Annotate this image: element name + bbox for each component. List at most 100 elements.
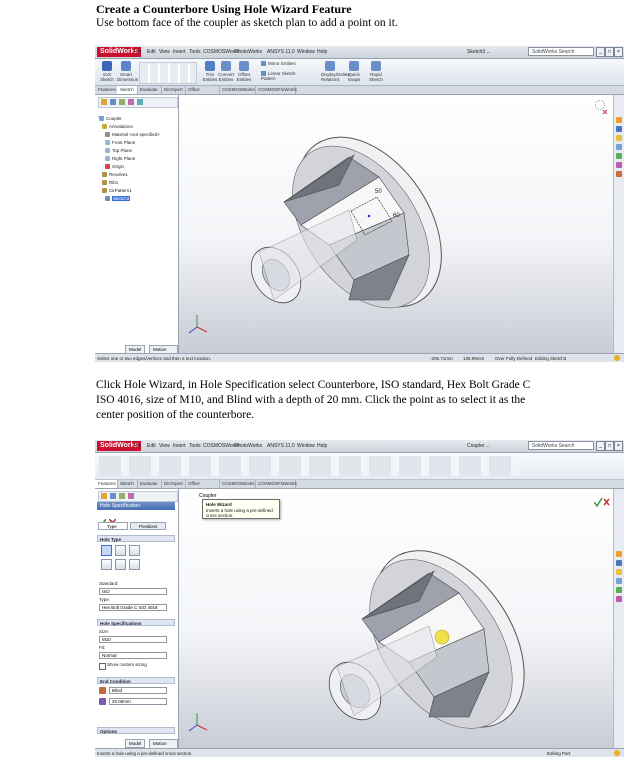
maximize-button[interactable]: □ — [605, 441, 614, 451]
tree-item[interactable]: CirPattern1 — [102, 188, 132, 194]
filter-icon[interactable] — [98, 108, 176, 121]
command-tab[interactable]: Evaluate — [137, 480, 162, 488]
tree-item[interactable]: Front Plane — [105, 140, 135, 146]
hole-type-section[interactable]: Hole Type — [97, 535, 175, 542]
depth-icon[interactable] — [99, 698, 106, 705]
menu-item[interactable]: Edit — [147, 47, 156, 57]
search-icon[interactable] — [616, 144, 622, 150]
menu-item[interactable]: PhotoWorks — [235, 441, 262, 451]
file-explorer-icon[interactable] — [616, 135, 622, 141]
pipe-tap-icon[interactable] — [115, 559, 126, 570]
positions-tab[interactable]: Positions — [130, 522, 166, 530]
depth-input[interactable]: 20.00mm — [109, 698, 167, 705]
ribbon-button[interactable]: Convert Entities — [217, 61, 235, 82]
type-tab[interactable]: Type — [98, 522, 128, 530]
tree-item[interactable]: Origin — [105, 164, 124, 170]
menu-item[interactable]: PhotoWorks — [235, 47, 262, 57]
resources-icon[interactable] — [616, 117, 622, 123]
property-manager-icon[interactable] — [110, 99, 116, 105]
menu-item[interactable]: View — [159, 47, 170, 57]
help-icon[interactable] — [614, 750, 620, 756]
menu-item[interactable]: Help — [317, 441, 327, 451]
standard-select[interactable]: ISO — [99, 588, 167, 595]
help-icon[interactable] — [614, 355, 620, 361]
ribbon-button[interactable]: Rapid Sketch — [367, 61, 385, 82]
ribbon-button[interactable]: Mirror Entities — [261, 61, 305, 67]
command-tab[interactable]: Office Products — [185, 480, 220, 494]
dimxpert-icon[interactable] — [128, 493, 134, 499]
maximize-button[interactable]: □ — [605, 47, 614, 57]
command-tab[interactable]: Evaluate — [137, 86, 162, 94]
menu-item[interactable]: ANSYS 11.0 — [267, 47, 295, 57]
ribbon-button[interactable]: Offset Entities — [235, 61, 253, 82]
command-tab[interactable]: COSMOSWorks — [219, 86, 256, 94]
model-tab[interactable]: Model — [125, 739, 146, 748]
command-tab[interactable]: COSMOSFloWorks — [255, 86, 297, 94]
design-library-icon[interactable] — [616, 560, 622, 566]
tree-item[interactable]: Revolve1 — [102, 172, 128, 178]
fit-select[interactable]: Normal — [99, 652, 167, 659]
menu-item[interactable]: Insert — [173, 47, 186, 57]
custom-properties-icon[interactable] — [616, 171, 622, 177]
menu-item[interactable]: Window — [297, 47, 315, 57]
design-library-icon[interactable] — [616, 126, 622, 132]
tree-item[interactable]: Sketch3 — [105, 196, 131, 202]
type-select[interactable]: Hex Bolt Grade C ISO 4016 — [99, 604, 167, 611]
end-condition-select[interactable]: Blind — [109, 687, 167, 694]
command-tab[interactable]: Features — [95, 480, 118, 488]
reverse-direction-icon[interactable] — [99, 687, 106, 694]
sketch-tools-grid[interactable] — [139, 62, 197, 84]
ribbon-button[interactable]: Smart Dimension — [117, 61, 138, 82]
menu-item[interactable]: COSMOSWorks — [203, 441, 239, 451]
countersink-icon[interactable] — [115, 545, 126, 556]
menu-item[interactable]: Window — [297, 441, 315, 451]
confirmation-corner[interactable] — [593, 495, 610, 508]
tapped-hole-icon[interactable] — [101, 559, 112, 570]
menu-item[interactable]: ANSYS 11.0 — [267, 441, 295, 451]
ribbon-button[interactable]: Linear Sketch Pattern — [261, 71, 305, 81]
dimxpert-icon[interactable] — [128, 99, 134, 105]
ribbon-button[interactable]: Exit Sketch — [98, 61, 116, 82]
graphics-area[interactable]: 50 60 — [179, 95, 624, 353]
command-tab[interactable]: Features — [95, 86, 118, 94]
search-input[interactable]: SolidWorks Search — [528, 47, 594, 56]
configuration-manager-icon[interactable] — [119, 99, 125, 105]
menu-item[interactable]: File — [133, 47, 141, 57]
command-tab[interactable]: Sketch — [117, 86, 138, 94]
menu-item[interactable]: File — [133, 441, 141, 451]
graphics-area[interactable]: Coupler — [179, 489, 624, 748]
tree-item[interactable]: Coupler — [99, 116, 122, 122]
search-icon[interactable] — [616, 578, 622, 584]
minimize-button[interactable]: _ — [596, 47, 605, 57]
close-button[interactable]: × — [614, 47, 623, 57]
menu-item[interactable]: Help — [317, 47, 327, 57]
tree-item[interactable]: Material <not specified> — [105, 132, 160, 138]
menu-item[interactable]: Tools — [189, 47, 201, 57]
close-button[interactable]: × — [614, 441, 623, 451]
command-tab[interactable]: COSMOSWorks — [219, 480, 256, 488]
property-manager-icon[interactable] — [110, 493, 116, 499]
show-custom-sizing-checkbox[interactable] — [99, 663, 106, 670]
tree-item[interactable]: Right Plane — [105, 156, 135, 162]
counterbore-icon[interactable] — [101, 545, 112, 556]
command-tab[interactable]: DimXpert — [161, 480, 186, 488]
appearances-icon[interactable] — [616, 162, 622, 168]
file-explorer-icon[interactable] — [616, 569, 622, 575]
menu-item[interactable]: Insert — [173, 441, 186, 451]
appearances-icon[interactable] — [616, 596, 622, 602]
hole-specifications-section[interactable]: Hole Specifications — [97, 619, 175, 626]
legacy-hole-icon[interactable] — [129, 559, 140, 570]
menu-item[interactable]: COSMOSWorks — [203, 47, 239, 57]
resources-icon[interactable] — [616, 551, 622, 557]
display-manager-icon[interactable] — [137, 99, 143, 105]
search-input[interactable]: SolidWorks Search — [528, 441, 594, 450]
view-palette-icon[interactable] — [616, 587, 622, 593]
options-section[interactable]: Options — [97, 727, 175, 734]
minimize-button[interactable]: _ — [596, 441, 605, 451]
menu-item[interactable]: Tools — [189, 441, 201, 451]
command-tab[interactable]: DimXpert — [161, 86, 186, 94]
command-tab[interactable]: Office Products — [185, 86, 220, 100]
tree-item[interactable]: Rib1 — [102, 180, 118, 186]
feature-manager-icon[interactable] — [101, 493, 107, 499]
ribbon-button[interactable]: Quick Snaps — [345, 61, 363, 82]
